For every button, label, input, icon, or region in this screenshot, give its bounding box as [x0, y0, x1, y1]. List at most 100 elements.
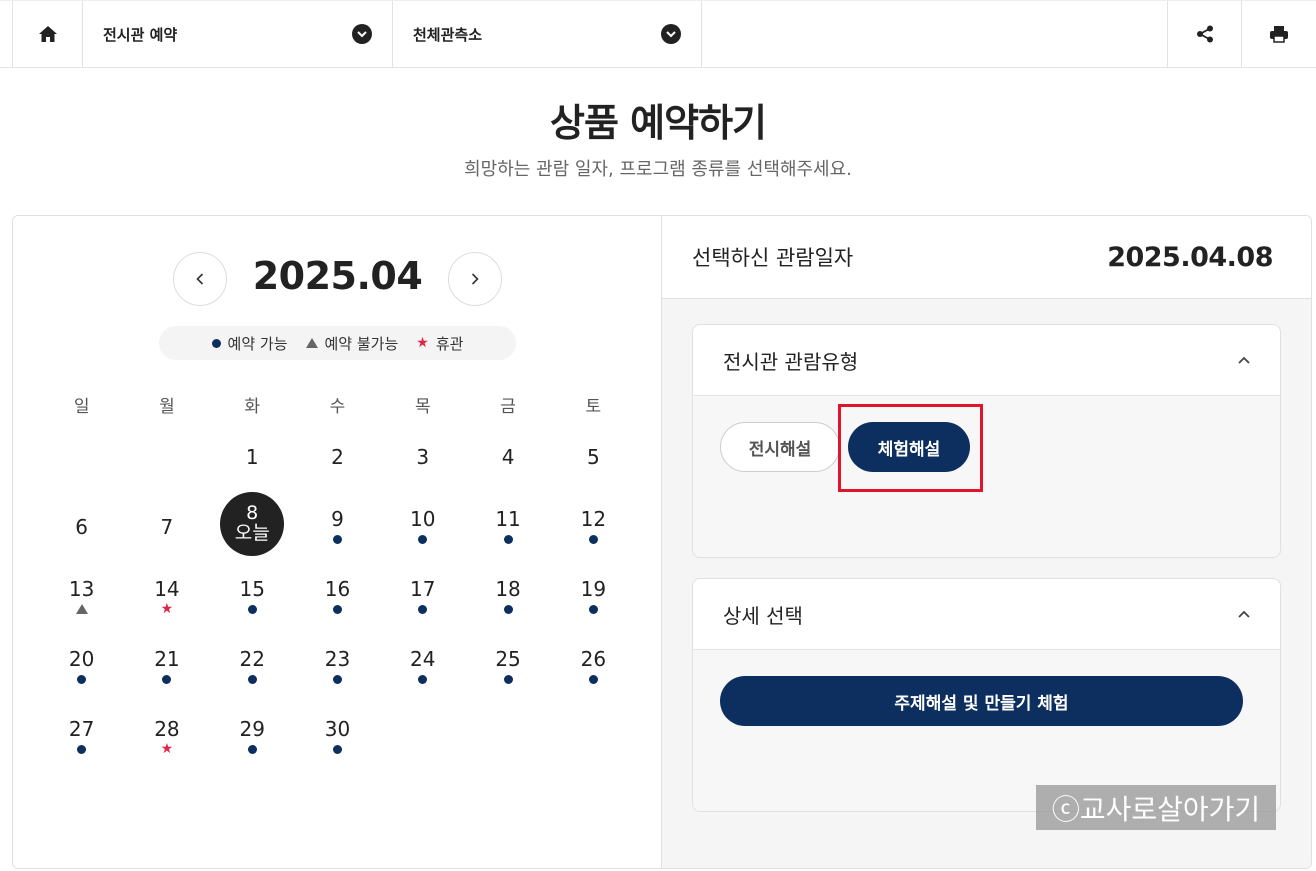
calendar-day: 3 — [380, 419, 465, 489]
weekday-label: 수 — [329, 397, 346, 417]
day-number: 26 — [580, 647, 607, 671]
calendar-day[interactable]: 21 — [124, 629, 209, 699]
day-number: 5 — [586, 445, 600, 469]
day-status-mark — [247, 743, 257, 755]
day-number: 20 — [68, 647, 95, 671]
day-number: 10 — [410, 507, 436, 531]
calendar-day[interactable]: 27 — [39, 699, 124, 769]
chevron-down-icon — [352, 24, 372, 44]
chevron-right-icon — [471, 273, 479, 285]
day-status-mark — [162, 673, 172, 685]
calendar-day[interactable]: 15 — [210, 559, 295, 629]
calendar-day[interactable]: 24 — [380, 629, 465, 699]
calendar-day: 6 — [39, 489, 124, 559]
day-number: 28 — [154, 717, 180, 741]
option-exhibit-guide[interactable]: 전시해설 — [720, 422, 840, 472]
available-dot-icon — [588, 674, 598, 684]
available-dot-icon — [503, 534, 513, 544]
share-icon — [1197, 25, 1213, 43]
viewing-type-header[interactable]: 전시관 관람유형 — [693, 325, 1280, 396]
available-dot-icon — [418, 534, 428, 544]
calendar-day[interactable]: 20 — [39, 629, 124, 699]
selected-date-label: 선택하신 관람일자 — [692, 246, 854, 270]
top-nav-bar: 전시관 예약 천체관측소 — [0, 0, 1316, 68]
calendar-day[interactable]: 17 — [380, 559, 465, 629]
calendar-legend: 예약 가능 예약 불가능 ★ 휴관 — [159, 326, 516, 360]
print-icon — [1270, 26, 1288, 43]
day-number: 8 — [246, 502, 259, 525]
day-number: 2 — [331, 445, 344, 469]
day-number: 11 — [495, 507, 521, 531]
weekday-label: 토 — [585, 397, 602, 417]
facility-dropdown[interactable]: 천체관측소 — [392, 1, 702, 67]
available-dot-icon — [332, 674, 342, 684]
unavailable-triangle-icon — [75, 604, 88, 614]
day-status-mark — [332, 673, 342, 685]
calendar-day[interactable]: 18 — [465, 559, 550, 629]
calendar-day[interactable]: 11 — [465, 489, 550, 559]
closed-star-icon: ★ — [160, 601, 174, 617]
detail-section: 상세 선택 주제해설 및 만들기 체험 — [692, 578, 1281, 812]
day-number: 13 — [68, 577, 95, 601]
legend-unavailable: 예약 불가능 — [305, 333, 398, 354]
watermark: ⓒ교사로살아가기 — [1036, 785, 1276, 830]
available-dot-icon — [332, 604, 342, 614]
detail-header[interactable]: 상세 선택 — [693, 579, 1280, 650]
empty-day-cell — [39, 419, 124, 489]
share-button[interactable] — [1167, 1, 1242, 67]
day-status-mark — [247, 603, 257, 615]
day-number: 25 — [495, 647, 521, 671]
selection-panel: 선택하신 관람일자 2025.04.08 전시관 관람유형 전시해설 체험해설 … — [662, 216, 1311, 868]
calendar-day[interactable]: 23 — [295, 629, 380, 699]
today-label: 오늘 — [234, 522, 270, 544]
dot-icon — [211, 338, 221, 348]
day-number: 30 — [324, 717, 351, 741]
day-number: 18 — [495, 577, 521, 601]
calendar-day[interactable]: 22 — [210, 629, 295, 699]
triangle-icon — [305, 338, 318, 348]
day-status-mark — [75, 603, 88, 615]
day-number: 3 — [416, 445, 430, 469]
day-status-mark: ★ — [160, 741, 174, 757]
legend-closed-label: 휴관 — [435, 334, 464, 353]
weekday-label: 일 — [73, 397, 90, 417]
day-number: 27 — [68, 717, 95, 741]
available-dot-icon — [77, 744, 87, 754]
prev-month-button[interactable] — [173, 252, 227, 306]
day-number: 29 — [239, 717, 265, 741]
chevron-up-icon — [1238, 356, 1250, 364]
calendar-day[interactable]: 25 — [465, 629, 550, 699]
facility-dropdown-label: 천체관측소 — [413, 25, 483, 44]
legend-available: 예약 가능 — [211, 333, 288, 354]
category-dropdown[interactable]: 전시관 예약 — [82, 1, 392, 67]
available-dot-icon — [247, 744, 257, 754]
calendar-day[interactable]: 19 — [551, 559, 636, 629]
day-status-mark — [418, 603, 428, 615]
calendar-day[interactable]: 8 오늘 — [210, 489, 295, 559]
weekday-label: 목 — [414, 397, 431, 417]
calendar-day[interactable]: 26 — [551, 629, 636, 699]
day-status-mark — [503, 673, 513, 685]
calendar-day[interactable]: 12 — [551, 489, 636, 559]
day-number: 16 — [324, 577, 351, 601]
calendar-day: 1 — [210, 419, 295, 489]
calendar-day[interactable]: 29 — [210, 699, 295, 769]
day-number: 19 — [580, 577, 607, 601]
detail-option-button[interactable]: 주제해설 및 만들기 체험 — [720, 676, 1243, 726]
next-month-button[interactable] — [448, 252, 502, 306]
calendar-day: 2 — [295, 419, 380, 489]
day-status-mark — [332, 603, 342, 615]
calendar-day: 13 — [39, 559, 124, 629]
home-button[interactable] — [12, 1, 82, 67]
viewing-type-title: 전시관 관람유형 — [723, 349, 859, 374]
closed-star-icon: ★ — [160, 741, 174, 757]
print-button[interactable] — [1241, 1, 1316, 67]
calendar-day[interactable]: 9 — [295, 489, 380, 559]
calendar-day[interactable]: 16 — [295, 559, 380, 629]
day-status-mark: ★ — [160, 601, 174, 617]
day-number: 9 — [331, 507, 344, 531]
calendar-day[interactable]: 10 — [380, 489, 465, 559]
highlight-box — [838, 404, 983, 492]
available-dot-icon — [247, 604, 257, 614]
calendar-day[interactable]: 30 — [295, 699, 380, 769]
